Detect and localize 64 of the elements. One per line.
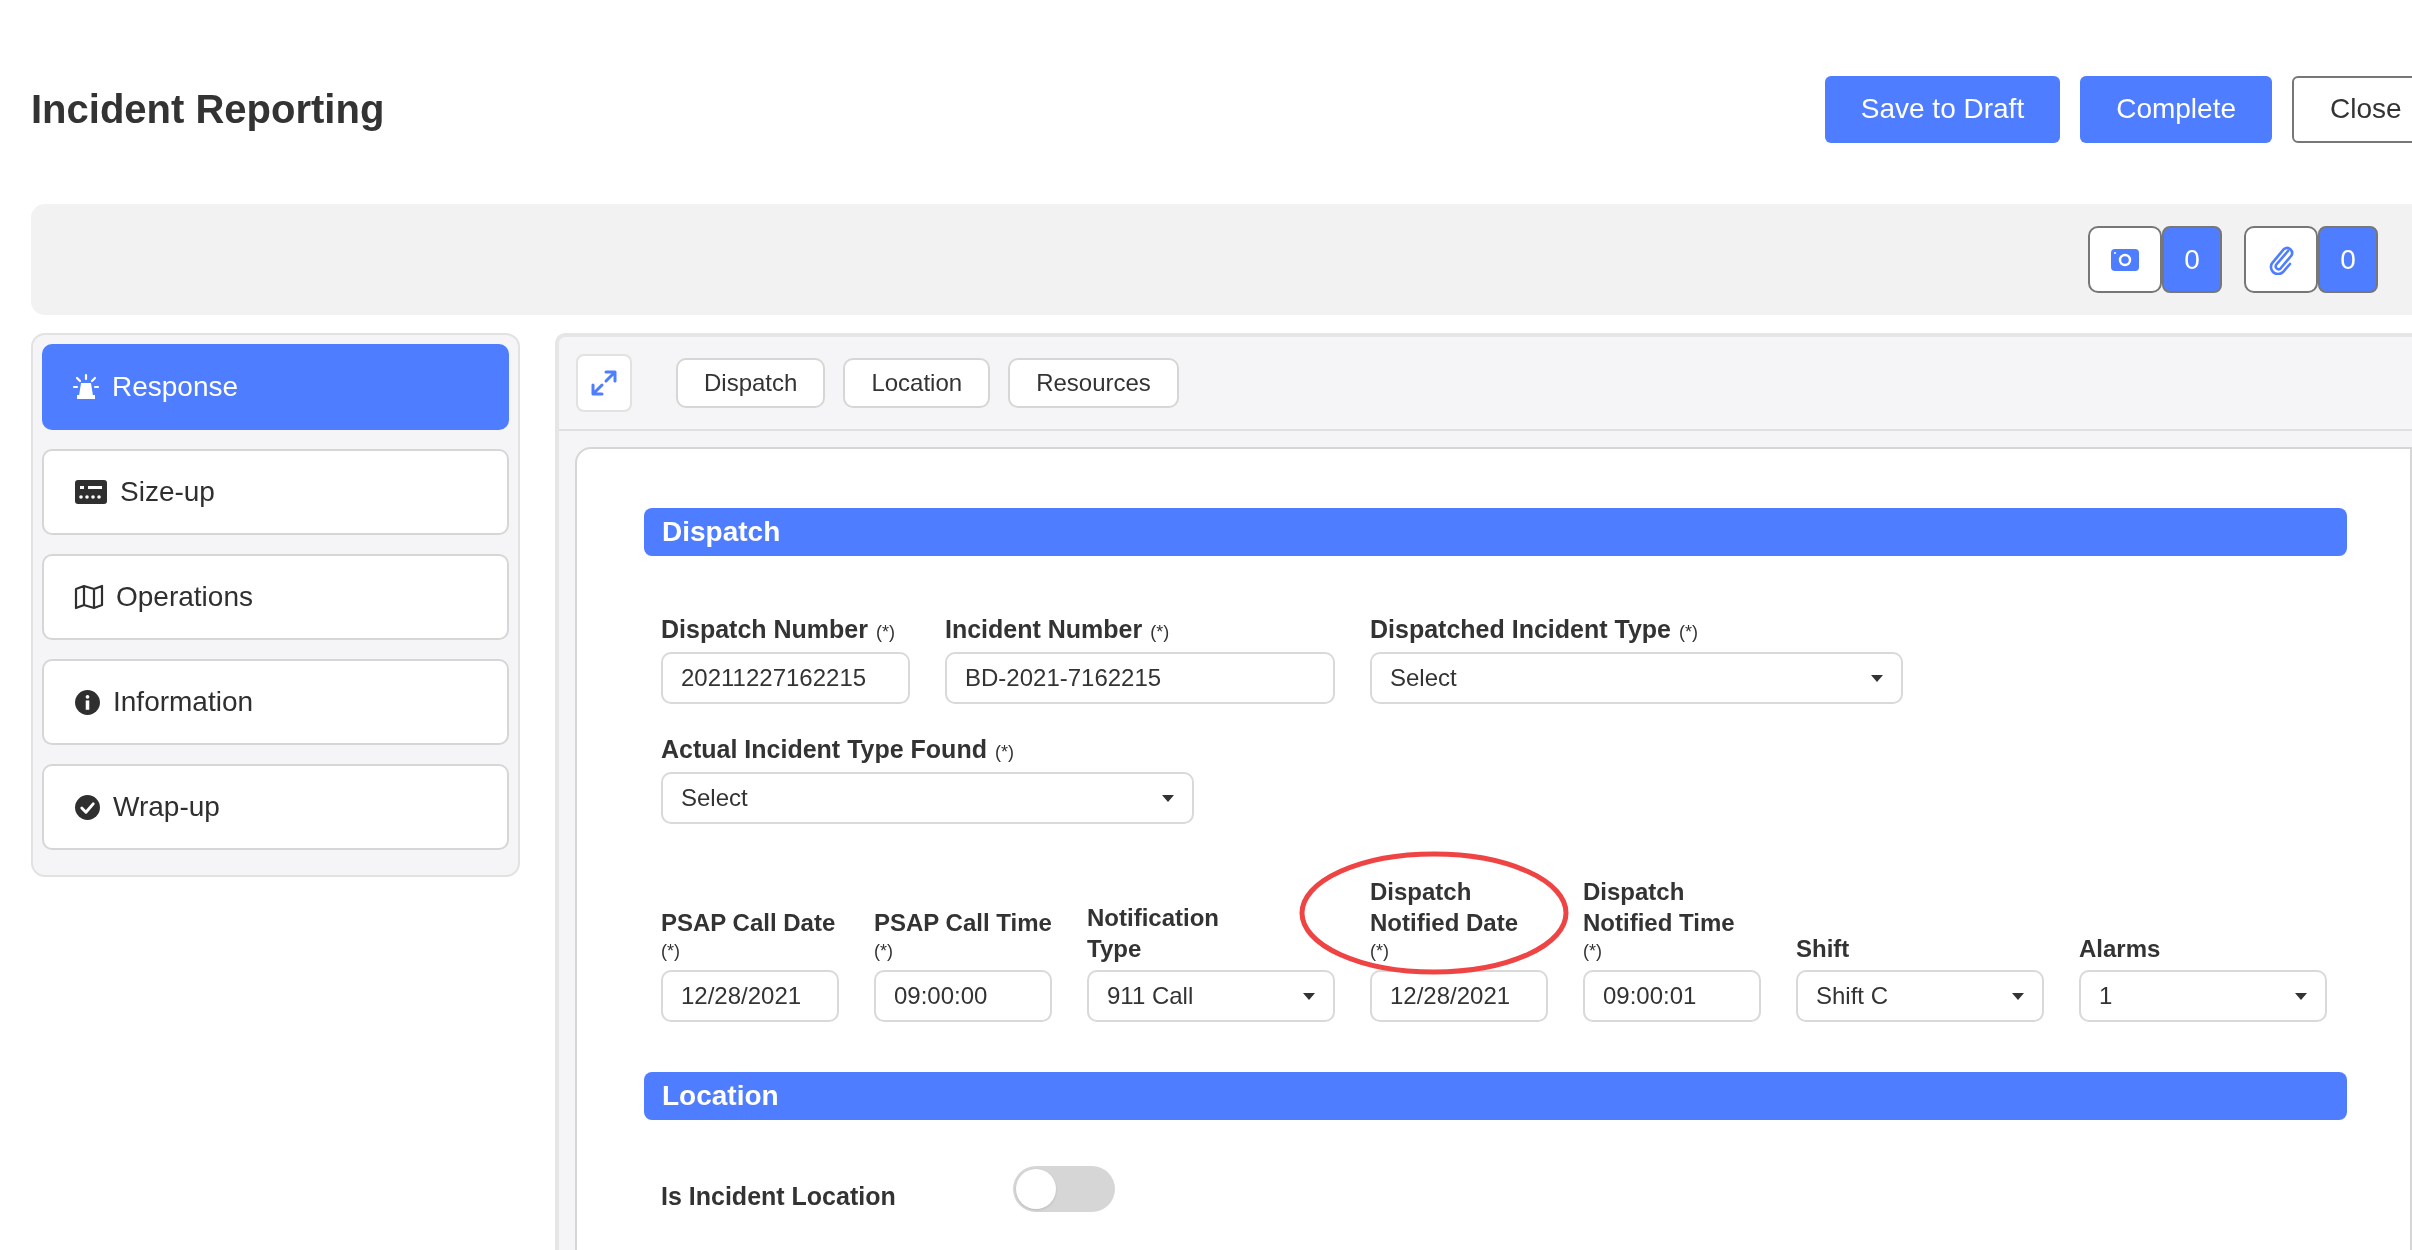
required-mark: (*) — [1150, 621, 1170, 644]
section-header: Dispatch — [644, 508, 2347, 556]
sidebar-item[interactable]: Information — [42, 659, 509, 745]
field-label: PSAP Call Time — [874, 908, 1053, 938]
required-mark: (*) — [1679, 621, 1698, 644]
field-label: Dispatched Incident Type — [1370, 614, 1671, 645]
field-label: Actual Incident Type Found — [661, 734, 987, 765]
caret-icon — [1871, 674, 1883, 682]
sidebar-item[interactable]: Size-up — [42, 449, 509, 535]
camera-icon — [2111, 248, 2139, 271]
select-field[interactable]: Select — [1370, 652, 1903, 704]
select-field[interactable]: 1 — [2079, 970, 2327, 1022]
select-field[interactable]: 911 Call — [1087, 970, 1335, 1022]
text-field[interactable]: 12/28/2021 — [661, 970, 839, 1022]
required-mark: (*) — [876, 621, 895, 644]
select-field[interactable]: Select — [661, 772, 1194, 824]
text-field[interactable]: 09:00:01 — [1583, 970, 1761, 1022]
section-tab[interactable]: Dispatch — [676, 358, 826, 408]
field-label: Shift — [1796, 934, 1851, 964]
required-mark: (*) — [994, 741, 1014, 764]
info-icon — [74, 688, 101, 716]
action-button[interactable]: Complete — [2080, 75, 2272, 143]
required-mark: (*) — [874, 940, 893, 963]
required-mark: (*) — [661, 940, 680, 963]
toggle-switch[interactable] — [1013, 1166, 1115, 1212]
siren-icon — [72, 373, 100, 401]
paperclip-icon — [2268, 244, 2294, 275]
caret-icon — [1303, 992, 1315, 1000]
text-field[interactable]: 12/28/2021 — [1370, 970, 1548, 1022]
action-button[interactable]: Close — [2292, 75, 2412, 143]
field-label: Notification Type — [1087, 903, 1220, 964]
caret-icon — [1162, 794, 1174, 802]
section-tab[interactable]: Resources — [1008, 358, 1179, 408]
count-badge: 0 — [2162, 226, 2222, 293]
attachment-button[interactable] — [2244, 226, 2318, 293]
expand-button[interactable] — [576, 354, 632, 412]
sidebar-item[interactable]: Response — [42, 344, 509, 430]
sidebar-item[interactable]: Operations — [42, 554, 509, 640]
section-header: Location — [644, 1072, 2347, 1120]
field-label: Alarms — [2079, 934, 2162, 964]
action-button[interactable]: Save to Draft — [1824, 75, 2061, 143]
field-label: Dispatch Number — [661, 614, 868, 645]
text-field[interactable]: BD-2021-7162215 — [945, 652, 1335, 704]
count-badge: 0 — [2318, 226, 2378, 293]
camera-button[interactable] — [2088, 226, 2162, 293]
map-icon — [74, 583, 104, 611]
field-label: Incident Number — [945, 614, 1143, 645]
caret-icon — [2295, 992, 2307, 1000]
select-field[interactable]: Shift C — [1796, 970, 2044, 1022]
expand-icon — [589, 368, 619, 398]
field-label: Dispatch Notified Date — [1370, 877, 1519, 938]
caret-icon — [2012, 992, 2024, 1000]
required-mark: (*) — [1370, 940, 1389, 963]
text-field[interactable]: 09:00:00 — [874, 970, 1052, 1022]
sidebar-item[interactable]: Wrap-up — [42, 764, 509, 850]
check-circle-icon — [74, 793, 101, 821]
field-label: Dispatch Notified Time — [1583, 877, 1736, 938]
page-title: Incident Reporting — [31, 86, 385, 133]
text-field[interactable]: 20211227162215 — [661, 652, 910, 704]
field-label: Is Incident Location — [661, 1181, 897, 1212]
section-tab[interactable]: Location — [843, 358, 991, 408]
field-label: PSAP Call Date — [661, 908, 837, 938]
dashboard-card-icon — [74, 478, 108, 506]
required-mark: (*) — [1583, 940, 1602, 963]
